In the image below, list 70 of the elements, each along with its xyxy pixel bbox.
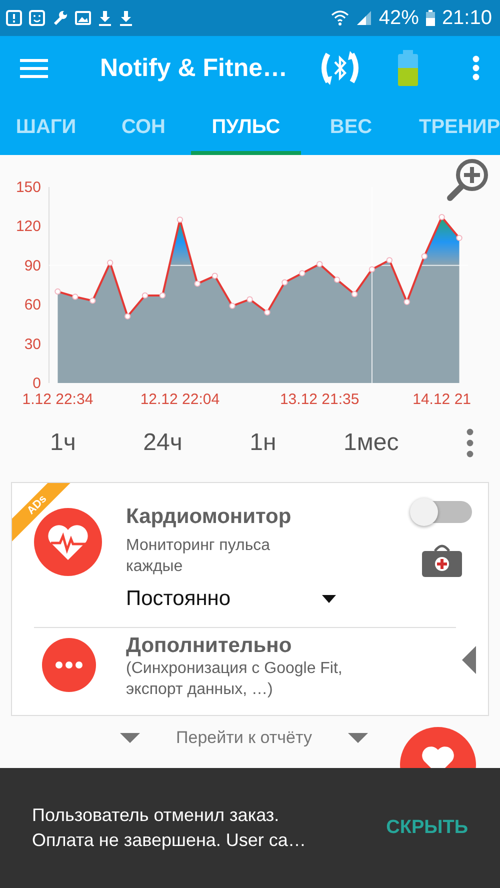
data-point bbox=[334, 276, 340, 283]
battery-icon bbox=[426, 10, 435, 26]
wifi-icon bbox=[330, 10, 349, 26]
image-icon bbox=[75, 10, 91, 26]
data-point bbox=[351, 291, 358, 298]
battery-level-icon bbox=[398, 50, 418, 86]
y-axis-label: 60 bbox=[24, 296, 41, 314]
time-range-button[interactable]: 24ч bbox=[143, 429, 182, 457]
menu-icon bbox=[20, 58, 48, 78]
y-axis-label: 90 bbox=[24, 257, 41, 274]
caret-icon bbox=[348, 733, 368, 743]
expand-arrow-icon bbox=[462, 646, 476, 674]
more-icon bbox=[472, 55, 480, 81]
data-point bbox=[421, 253, 428, 260]
hide-button[interactable]: СКРЫТЬ bbox=[386, 817, 468, 839]
more-title: Дополнительно bbox=[126, 634, 293, 658]
x-axis-label: 1.12 22:34 bbox=[22, 391, 94, 408]
data-point bbox=[90, 298, 96, 304]
data-point bbox=[299, 270, 306, 276]
data-point bbox=[229, 302, 236, 309]
snackbar-message: Пользователь отменил заказ. Оплата не завершена. User ca… bbox=[32, 804, 307, 852]
data-point bbox=[212, 272, 218, 279]
y-axis-label: 150 bbox=[16, 179, 41, 196]
data-point bbox=[282, 279, 288, 286]
data-point bbox=[194, 280, 200, 287]
download-icon bbox=[119, 10, 133, 26]
signal-icon bbox=[356, 10, 372, 26]
more-icon bbox=[466, 428, 474, 458]
download-icon bbox=[98, 10, 112, 26]
caret-icon bbox=[120, 733, 140, 743]
data-point bbox=[176, 216, 184, 223]
y-axis-label: 0 bbox=[32, 375, 41, 392]
x-axis-label: 12.12 22:04 bbox=[140, 391, 220, 408]
card-subtitle: Мониторинг пульса каждые bbox=[126, 536, 272, 577]
report-link[interactable]: Перейти к отчёту bbox=[176, 728, 312, 748]
menu-button[interactable] bbox=[20, 58, 48, 78]
more-dots-icon bbox=[42, 638, 96, 692]
tab[interactable]: ПУЛЬС bbox=[191, 100, 301, 155]
data-point bbox=[124, 313, 131, 320]
caret-icon bbox=[322, 595, 336, 603]
app-title: Notify & Fitne… bbox=[100, 54, 288, 82]
medical-kit-icon bbox=[422, 543, 462, 577]
smiley-icon bbox=[29, 10, 45, 26]
x-axis-label: 14.12 21 bbox=[412, 391, 471, 408]
data-point bbox=[386, 257, 393, 264]
data-point bbox=[246, 296, 253, 302]
data-point bbox=[159, 292, 166, 299]
data-point bbox=[142, 292, 148, 299]
data-point bbox=[438, 214, 445, 220]
x-axis-label: 13.12 21:35 bbox=[280, 391, 360, 408]
data-point bbox=[404, 298, 410, 306]
clock: 21:10 bbox=[442, 6, 492, 30]
time-range-button[interactable]: 1н bbox=[250, 429, 276, 457]
y-axis-label: 30 bbox=[24, 336, 41, 353]
time-range-button[interactable]: 1мес bbox=[344, 429, 399, 457]
data-point bbox=[54, 288, 61, 295]
zoom-in-icon bbox=[444, 158, 490, 204]
toggle-switch[interactable] bbox=[412, 501, 472, 523]
more-subtitle: (Синхронизация с Google Fit, экспорт данных, …) bbox=[126, 659, 344, 700]
more-options-button[interactable] bbox=[466, 428, 474, 458]
battery-percent: 42% bbox=[378, 6, 419, 30]
wrench-icon bbox=[52, 10, 68, 26]
y-axis-label: 120 bbox=[16, 218, 41, 236]
time-range-button[interactable]: 1ч bbox=[50, 429, 76, 457]
data-point bbox=[72, 294, 78, 300]
alert-icon bbox=[6, 10, 22, 26]
data-point bbox=[456, 234, 462, 242]
interval-dropdown[interactable]: Постоянно bbox=[126, 587, 336, 611]
card-title: Кардиомонитор bbox=[126, 505, 292, 529]
data-point bbox=[264, 309, 270, 316]
